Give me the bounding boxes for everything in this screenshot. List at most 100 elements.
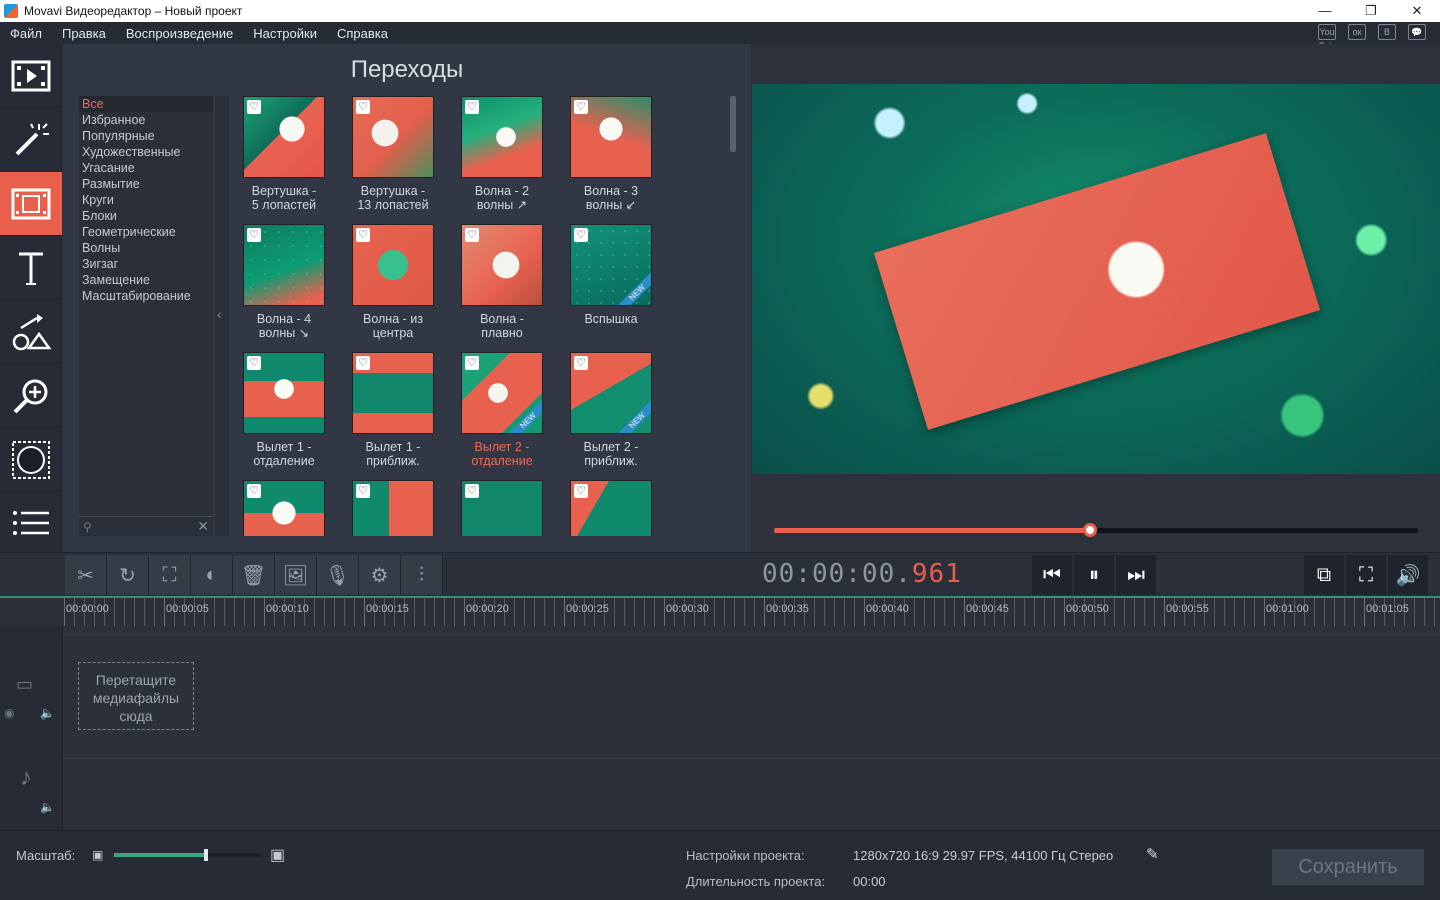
- save-button[interactable]: Сохранить: [1272, 849, 1424, 885]
- scale-slider-handle[interactable]: [203, 849, 208, 861]
- rotate-button[interactable]: ↻: [107, 555, 149, 595]
- transition-tile[interactable]: ♡: [344, 480, 434, 536]
- nav-titles-button[interactable]: [0, 236, 62, 300]
- transition-thumbnail[interactable]: ♡: [243, 224, 325, 306]
- transition-tile[interactable]: ♡ NEW Вылет 2 - приближ.: [562, 352, 652, 476]
- transition-thumbnail[interactable]: ♡ NEW: [570, 224, 652, 306]
- menu-playback[interactable]: Воспроизведение: [116, 26, 243, 41]
- close-button[interactable]: ✕: [1394, 0, 1440, 22]
- detach-player-button[interactable]: ⧉: [1304, 555, 1344, 595]
- media-drop-zone[interactable]: Перетащите медиафайлы сюда: [78, 662, 194, 730]
- scrollbar-thumb[interactable]: [730, 96, 736, 152]
- transition-tile[interactable]: ♡ Волна - 3 волны ↙: [562, 96, 652, 220]
- crop-button[interactable]: ⛶: [149, 555, 191, 595]
- favorite-heart-icon[interactable]: ♡: [465, 100, 479, 114]
- favorite-heart-icon[interactable]: ♡: [465, 356, 479, 370]
- favorite-heart-icon[interactable]: ♡: [247, 356, 261, 370]
- next-button[interactable]: ⏭: [1116, 555, 1156, 595]
- vk-icon[interactable]: В: [1378, 24, 1396, 40]
- category-zigzag[interactable]: Зигзаг: [79, 256, 213, 272]
- nav-more-button[interactable]: [0, 492, 62, 556]
- category-popular[interactable]: Популярные: [79, 128, 213, 144]
- transition-thumbnail[interactable]: ♡: [570, 480, 652, 536]
- maximize-button[interactable]: ❐: [1348, 0, 1394, 22]
- pause-button[interactable]: ⏸: [1074, 555, 1114, 595]
- category-blur[interactable]: Размытие: [79, 176, 213, 192]
- favorite-heart-icon[interactable]: ♡: [465, 484, 479, 498]
- category-fade[interactable]: Угасание: [79, 160, 213, 176]
- transition-thumbnail[interactable]: ♡: [243, 352, 325, 434]
- timeline-ruler[interactable]: 00:00:00 00:00:05 00:00:10 00:00:15 00:00:20…: [0, 596, 1440, 626]
- menu-file[interactable]: Файл: [0, 26, 52, 41]
- category-replace[interactable]: Замещение: [79, 272, 213, 288]
- transition-tile[interactable]: ♡ NEW Вылет 2 - отдаление: [453, 352, 543, 476]
- menu-settings[interactable]: Настройки: [243, 26, 327, 41]
- edit-settings-icon[interactable]: ✎: [1146, 845, 1159, 863]
- menu-help[interactable]: Справка: [327, 26, 398, 41]
- transition-thumbnail[interactable]: ♡: [461, 224, 543, 306]
- transition-tile[interactable]: ♡ Волна - плавно: [453, 224, 543, 348]
- clip-settings-button[interactable]: ⚙: [359, 555, 401, 595]
- favorite-heart-icon[interactable]: ♡: [356, 356, 370, 370]
- category-geometric[interactable]: Геометрические: [79, 224, 213, 240]
- record-voice-button[interactable]: 🎙: [317, 555, 359, 595]
- favorite-heart-icon[interactable]: ♡: [465, 228, 479, 242]
- volume-button[interactable]: 🔊: [1388, 555, 1428, 595]
- panel-scrollbar[interactable]: [729, 96, 737, 536]
- transition-tile[interactable]: ♡: [562, 480, 652, 536]
- scale-slider[interactable]: [114, 849, 260, 861]
- zoom-out-icon[interactable]: ▣: [92, 848, 103, 862]
- nav-zoom-button[interactable]: [0, 364, 62, 428]
- favorite-heart-icon[interactable]: ♡: [247, 484, 261, 498]
- category-all[interactable]: Все: [79, 96, 213, 112]
- audio-track-volume-icon[interactable]: 🔈: [40, 800, 55, 814]
- transition-thumbnail[interactable]: ♡ NEW: [570, 352, 652, 434]
- transition-tile[interactable]: ♡ Вылет 1 - приближ.: [344, 352, 434, 476]
- transition-thumbnail[interactable]: ♡: [461, 480, 543, 536]
- youtube-icon[interactable]: You Tube: [1318, 24, 1339, 51]
- nav-import-button[interactable]: [0, 44, 62, 108]
- category-search-input[interactable]: ⚲ ✕: [79, 516, 213, 536]
- transition-tile[interactable]: ♡ Вылет 1 - отдаление: [235, 352, 325, 476]
- transition-tile[interactable]: ♡ Вертушка -5 лопастей: [235, 96, 325, 220]
- favorite-heart-icon[interactable]: ♡: [356, 228, 370, 242]
- transition-tile[interactable]: ♡ NEW Вспышка: [562, 224, 652, 348]
- color-adjust-button[interactable]: ◐: [191, 555, 233, 595]
- favorite-heart-icon[interactable]: ♡: [356, 100, 370, 114]
- seek-handle[interactable]: [1082, 523, 1097, 537]
- chat-icon[interactable]: 💬: [1408, 24, 1426, 40]
- nav-filters-button[interactable]: [0, 108, 62, 172]
- transition-thumbnail[interactable]: ♡: [243, 480, 325, 536]
- favorite-heart-icon[interactable]: ♡: [574, 100, 588, 114]
- transition-thumbnail[interactable]: ♡: [570, 96, 652, 178]
- nav-chroma-button[interactable]: [0, 428, 62, 492]
- collapse-categories-button[interactable]: ‹: [215, 96, 229, 536]
- category-favorites[interactable]: Избранное: [79, 112, 213, 128]
- minimize-button[interactable]: —: [1302, 0, 1348, 22]
- transition-tile[interactable]: ♡ Волна - 4 волны ↘: [235, 224, 325, 348]
- transition-tile[interactable]: ♡: [453, 480, 543, 536]
- transition-thumbnail[interactable]: ♡: [243, 96, 325, 178]
- category-scale[interactable]: Масштабирование: [79, 288, 213, 304]
- audio-equalizer-button[interactable]: ⫶: [401, 555, 443, 595]
- category-waves[interactable]: Волны: [79, 240, 213, 256]
- category-circles[interactable]: Круги: [79, 192, 213, 208]
- favorite-heart-icon[interactable]: ♡: [574, 484, 588, 498]
- transition-thumbnail[interactable]: ♡: [352, 352, 434, 434]
- transition-thumbnail[interactable]: ♡: [461, 96, 543, 178]
- transition-thumbnail[interactable]: ♡: [352, 480, 434, 536]
- eye-icon[interactable]: ◉: [4, 706, 14, 720]
- nav-callouts-button[interactable]: [0, 300, 62, 364]
- transition-thumbnail[interactable]: ♡: [352, 96, 434, 178]
- transition-tile[interactable]: ♡ Волна - 2 волны ↗: [453, 96, 543, 220]
- playback-seek-bar[interactable]: [774, 523, 1418, 537]
- favorite-heart-icon[interactable]: ♡: [247, 228, 261, 242]
- favorite-heart-icon[interactable]: ♡: [247, 100, 261, 114]
- favorite-heart-icon[interactable]: ♡: [356, 484, 370, 498]
- transition-tile[interactable]: ♡: [235, 480, 325, 536]
- category-blocks[interactable]: Блоки: [79, 208, 213, 224]
- cut-button[interactable]: ✂: [65, 555, 107, 595]
- delete-button[interactable]: 🗑: [233, 555, 275, 595]
- transition-thumbnail[interactable]: ♡ NEW: [461, 352, 543, 434]
- odnoklassniki-icon[interactable]: ок: [1348, 24, 1366, 40]
